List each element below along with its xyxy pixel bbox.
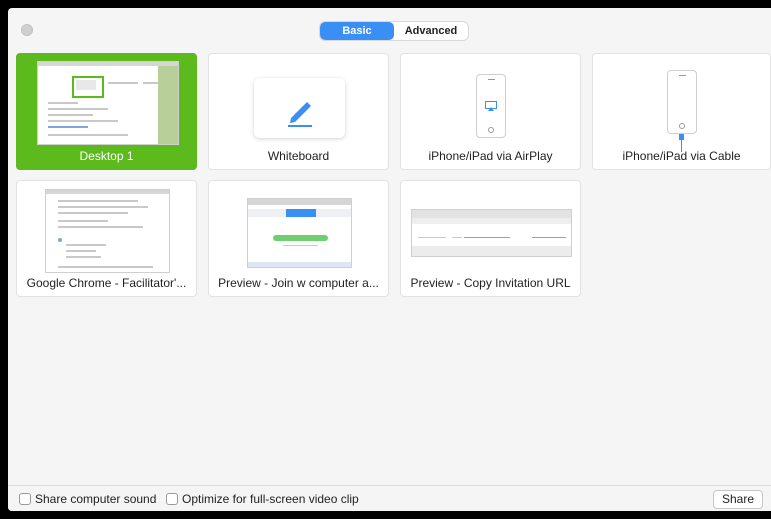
- window-close-button[interactable]: [21, 24, 33, 36]
- tab-advanced[interactable]: Advanced: [394, 22, 468, 40]
- pencil-icon: [288, 102, 312, 127]
- share-sound-checkbox[interactable]: [19, 493, 31, 505]
- tab-basic[interactable]: Basic: [320, 22, 394, 40]
- share-tile-desktop-1[interactable]: Desktop 1: [16, 53, 197, 170]
- optimize-video-label[interactable]: Optimize for full-screen video clip: [182, 492, 359, 506]
- phone-icon: [476, 74, 506, 138]
- preview-copy-thumbnail: [411, 209, 572, 257]
- share-tile-preview-join[interactable]: Preview - Join w computer a...: [208, 180, 389, 297]
- chrome-thumbnail: [45, 189, 170, 273]
- whiteboard-thumbnail: [254, 78, 345, 138]
- preview-join-thumbnail: [247, 198, 352, 268]
- share-tile-preview-copy[interactable]: Preview - Copy Invitation URL: [400, 180, 581, 297]
- mode-segmented-control: Basic Advanced: [319, 21, 469, 41]
- tile-label: iPhone/iPad via Cable: [622, 149, 741, 163]
- share-sound-label[interactable]: Share computer sound: [35, 492, 156, 506]
- share-tile-whiteboard[interactable]: Whiteboard: [208, 53, 389, 170]
- tile-label: Desktop 1: [79, 149, 134, 163]
- phone-icon: [667, 70, 697, 134]
- airplay-icon: [485, 101, 497, 111]
- share-tile-google-chrome[interactable]: Google Chrome - Facilitator'...: [16, 180, 197, 297]
- tile-label: Preview - Join w computer a...: [218, 276, 379, 290]
- desktop-thumbnail: [37, 61, 179, 145]
- optimize-video-checkbox[interactable]: [166, 493, 178, 505]
- share-screen-window: Basic Advanced Desktop 1 Whiteboard iPho…: [8, 8, 771, 511]
- tile-label: Whiteboard: [267, 149, 330, 163]
- share-button[interactable]: Share: [713, 490, 763, 509]
- tile-label: Google Chrome - Facilitator'...: [26, 276, 187, 290]
- share-tile-airplay[interactable]: iPhone/iPad via AirPlay: [400, 53, 581, 170]
- bottom-bar: Share computer sound Optimize for full-s…: [8, 485, 771, 511]
- tile-label: iPhone/iPad via AirPlay: [428, 149, 553, 163]
- tile-label: Preview - Copy Invitation URL: [410, 276, 571, 290]
- share-tile-cable[interactable]: iPhone/iPad via Cable: [592, 53, 771, 170]
